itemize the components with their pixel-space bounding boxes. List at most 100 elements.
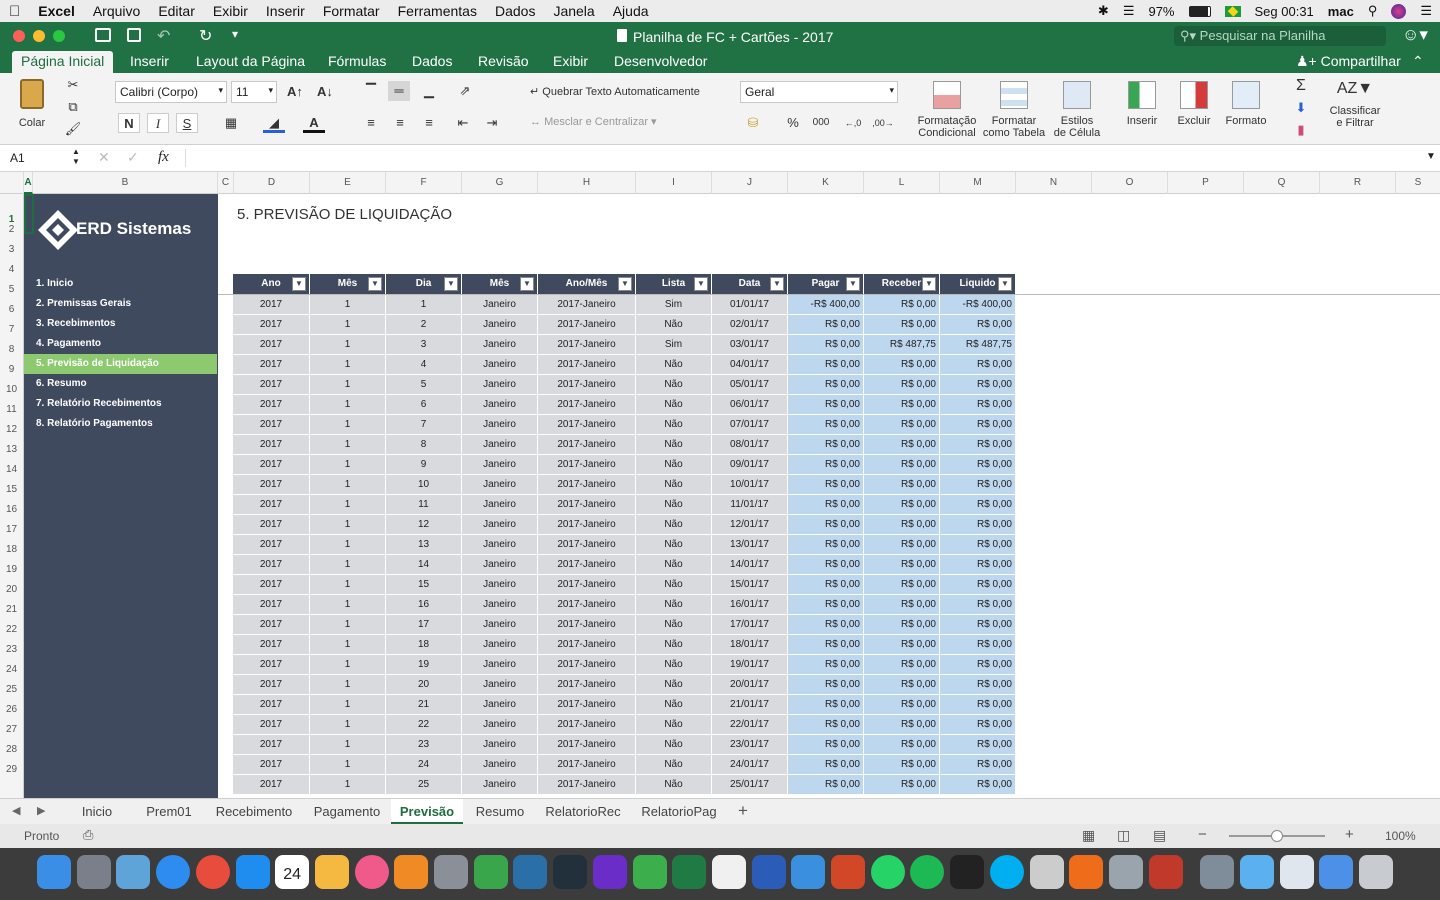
font-color-icon[interactable]: A xyxy=(303,113,325,133)
table-cell[interactable]: Janeiro xyxy=(462,535,538,554)
table-cell[interactable]: R$ 0,00 xyxy=(788,655,864,674)
table-cell[interactable]: 2017-Janeiro xyxy=(538,755,636,774)
table-cell[interactable]: 2017 xyxy=(233,535,310,554)
table-cell[interactable]: 19/01/17 xyxy=(712,655,788,674)
customize-toolbar-icon[interactable]: ▾ xyxy=(232,27,238,41)
table-cell[interactable]: 2017 xyxy=(233,315,310,334)
enter-icon[interactable]: ✓ xyxy=(127,149,139,166)
table-cell[interactable]: 2017 xyxy=(233,755,310,774)
table-cell[interactable]: 2017-Janeiro xyxy=(538,495,636,514)
table-cell[interactable]: 2017 xyxy=(233,395,310,414)
redo-icon[interactable]: ↻ xyxy=(199,26,212,46)
filter-dropdown-icon[interactable]: ▼ xyxy=(922,277,936,291)
table-cell[interactable]: R$ 0,00 xyxy=(788,695,864,714)
table-cell[interactable]: Sim xyxy=(636,295,712,314)
align-center-icon[interactable]: ≡ xyxy=(389,113,411,133)
row-header[interactable]: 21 xyxy=(0,604,23,615)
table-cell[interactable]: 2017-Janeiro xyxy=(538,455,636,474)
column-header[interactable]: I xyxy=(636,172,712,194)
row-header[interactable]: 15 xyxy=(0,484,23,495)
table-cell[interactable]: Não xyxy=(636,615,712,634)
launchpad-icon[interactable] xyxy=(76,855,111,889)
zoom-out-button[interactable]: − xyxy=(1198,826,1207,843)
table-cell[interactable]: 11/01/17 xyxy=(712,495,788,514)
books-icon[interactable] xyxy=(394,855,429,889)
sidebar-nav-item[interactable]: 5. Previsão de Liquidação xyxy=(24,354,217,374)
flag-icon[interactable] xyxy=(1224,5,1241,17)
table-cell[interactable]: 10 xyxy=(386,475,462,494)
table-cell[interactable]: Janeiro xyxy=(462,775,538,794)
finder-icon[interactable] xyxy=(37,855,71,889)
table-cell[interactable]: Não xyxy=(636,635,712,654)
chrome-icon[interactable] xyxy=(195,855,230,889)
row-header[interactable]: 2 xyxy=(0,224,23,235)
row-header[interactable]: 14 xyxy=(0,464,23,475)
select-all-corner[interactable] xyxy=(0,172,24,194)
zoom-in-button[interactable]: + xyxy=(1345,826,1354,843)
table-cell[interactable]: R$ 0,00 xyxy=(940,315,1016,334)
table-cell[interactable]: Janeiro xyxy=(462,735,538,754)
table-cell[interactable]: 3 xyxy=(386,335,462,354)
powerpoint-icon[interactable] xyxy=(831,855,865,889)
table-cell[interactable]: R$ 0,00 xyxy=(940,355,1016,374)
menu-app-name[interactable]: Excel xyxy=(29,3,84,19)
table-cell[interactable]: R$ 0,00 xyxy=(864,555,940,574)
row-header[interactable]: 17 xyxy=(0,524,23,535)
table-cell[interactable]: 2017-Janeiro xyxy=(538,535,636,554)
table-cell[interactable]: 2017-Janeiro xyxy=(538,315,636,334)
filter-dropdown-icon[interactable]: ▼ xyxy=(444,277,458,291)
column-header[interactable]: H xyxy=(538,172,636,194)
table-cell[interactable]: 2017 xyxy=(233,595,310,614)
tab-revisao[interactable]: Revisão xyxy=(478,53,529,73)
table-cell[interactable]: 2017 xyxy=(233,775,310,794)
table-cell[interactable]: 1 xyxy=(310,475,386,494)
table-cell[interactable]: Janeiro xyxy=(462,335,538,354)
table-cell[interactable]: R$ 0,00 xyxy=(788,635,864,654)
table-cell[interactable]: 2 xyxy=(386,315,462,334)
sheet-tab[interactable]: Prem01 xyxy=(134,799,204,824)
table-cell[interactable]: 2017-Janeiro xyxy=(538,475,636,494)
table-cell[interactable]: R$ 0,00 xyxy=(864,475,940,494)
table-cell[interactable]: R$ 0,00 xyxy=(788,675,864,694)
table-cell[interactable]: Janeiro xyxy=(462,655,538,674)
table-cell[interactable]: 2017-Janeiro xyxy=(538,595,636,614)
zoom-level[interactable]: 100% xyxy=(1385,829,1416,843)
filter-dropdown-icon[interactable]: ▼ xyxy=(846,277,860,291)
table-cell[interactable]: R$ 0,00 xyxy=(940,555,1016,574)
numbers-icon[interactable] xyxy=(632,855,667,889)
table-cell[interactable]: 9 xyxy=(386,455,462,474)
row-header[interactable]: 22 xyxy=(0,624,23,635)
table-cell[interactable]: 24/01/17 xyxy=(712,755,788,774)
column-header[interactable]: E xyxy=(310,172,386,194)
table-cell[interactable]: R$ 0,00 xyxy=(864,315,940,334)
increase-indent-icon[interactable]: ⇥ xyxy=(481,113,503,133)
whatsapp-icon[interactable] xyxy=(870,855,905,889)
downloads-icon[interactable] xyxy=(1319,855,1354,889)
undo-icon[interactable]: ↶ xyxy=(157,26,170,46)
table-cell[interactable]: R$ 0,00 xyxy=(788,535,864,554)
table-cell[interactable]: R$ 0,00 xyxy=(788,455,864,474)
textedit-icon[interactable] xyxy=(711,855,746,889)
row-header[interactable]: 28 xyxy=(0,744,23,755)
table-cell[interactable]: Não xyxy=(636,455,712,474)
table-cell[interactable]: 2017 xyxy=(233,495,310,514)
column-header[interactable]: F xyxy=(386,172,462,194)
table-cell[interactable]: 2017 xyxy=(233,555,310,574)
table-cell[interactable]: Não xyxy=(636,595,712,614)
filter-dropdown-icon[interactable]: ▼ xyxy=(368,277,382,291)
table-cell[interactable]: 1 xyxy=(310,375,386,394)
table-cell[interactable]: Não xyxy=(636,655,712,674)
table-cell[interactable]: R$ 0,00 xyxy=(864,535,940,554)
clear-icon[interactable]: ▮ xyxy=(1290,120,1312,140)
table-cell[interactable]: R$ 0,00 xyxy=(940,735,1016,754)
menu-arquivo[interactable]: Arquivo xyxy=(84,3,149,19)
bluetooth-icon[interactable]: ✱ xyxy=(1098,3,1109,19)
align-top-icon[interactable]: ▔ xyxy=(360,81,382,101)
table-cell[interactable]: 1 xyxy=(310,535,386,554)
tab-desenvolvedor[interactable]: Desenvolvedor xyxy=(614,53,707,73)
table-cell[interactable]: 21 xyxy=(386,695,462,714)
itunes-icon[interactable] xyxy=(354,855,389,889)
normal-view-icon[interactable]: ▦ xyxy=(1082,827,1095,844)
table-cell[interactable]: 25/01/17 xyxy=(712,775,788,794)
table-cell[interactable]: 2017 xyxy=(233,435,310,454)
